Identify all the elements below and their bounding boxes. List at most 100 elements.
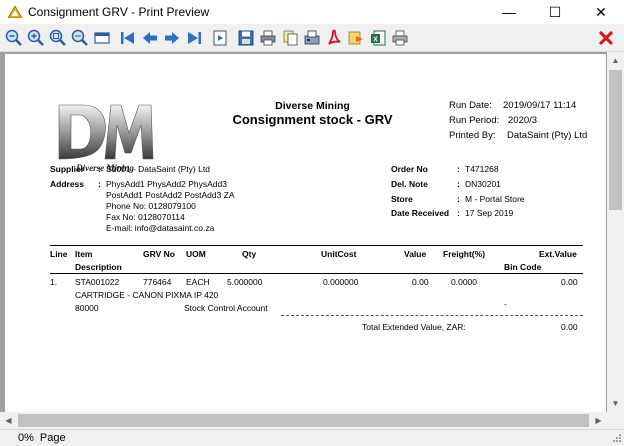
two-page-icon[interactable] [91,27,113,49]
total-value: 0.00 [561,322,578,332]
phone-line: Phone No: 0128079100 [106,201,196,211]
run-date-label: Run Date: [449,100,492,111]
row-item: STA001022 [75,277,120,287]
order-no: T471268 [465,164,499,174]
status-bar: 0% Page [0,429,624,446]
vertical-scroll-thumb[interactable] [609,70,622,210]
minimize-button[interactable]: — [486,0,532,24]
print-icon[interactable] [257,27,279,49]
col-unit-cost: UnitCost [321,249,357,259]
supplier-colon: : [98,164,101,174]
last-page-icon[interactable] [183,27,205,49]
store: M - Portal Store [465,194,525,204]
printer-setup-icon[interactable] [389,27,411,49]
address-colon: : [98,179,101,189]
row-ext-value: 0.00 [561,277,578,287]
row-grv-no: 776464 [143,277,172,287]
scroll-right-icon[interactable]: ▶ [590,412,607,429]
close-button[interactable]: ✕ [578,0,624,24]
total-rule [281,315,583,316]
col-grv-no: GRV No [143,249,175,259]
supplier-value: S1001 - DataSaint (Pty) Ltd [106,164,210,174]
row-freight: 0.0000 [451,277,477,287]
prev-page-icon[interactable] [139,27,161,49]
date-received: 17 Sep 2019 [465,208,514,218]
zoom-level: 0% [18,432,34,444]
col-bin-code: Bin Code [504,262,542,272]
scroll-left-icon[interactable]: ◀ [0,412,17,429]
col-line: Line [50,249,68,259]
run-date: 2019/09/17 11:14 [503,100,577,111]
row-uom: EACH [186,277,210,287]
del-note-label: Del. Note [391,179,428,189]
address-label: Address [50,179,85,189]
svg-text:X: X [373,36,378,43]
title-bar: Consignment GRV - Print Preview — ☐ ✕ [0,0,624,24]
preview-area: Diverse Mining Diverse Mining Consignmen… [0,52,624,429]
zoom-out-icon[interactable] [3,27,25,49]
zoom-page-icon[interactable] [47,27,69,49]
date-received-label: Date Received [391,208,450,218]
email-line: E-mail: info@datasaint.co.za [106,223,215,233]
copy-icon[interactable] [279,27,301,49]
report-title: Consignment stock - GRV [232,112,393,127]
window-title: Consignment GRV - Print Preview [28,5,210,19]
pdf-icon[interactable] [323,27,345,49]
red-x-icon[interactable] [596,28,616,48]
col-item: Item [75,249,93,259]
scroll-up-icon[interactable]: ▲ [607,52,624,69]
scroll-down-icon[interactable]: ▼ [607,395,624,412]
horizontal-scroll-thumb[interactable] [18,414,589,427]
report-page: Diverse Mining Diverse Mining Consignmen… [5,54,606,414]
row-bin-code: - [504,299,507,309]
order-no-label: Order No [391,164,428,174]
maximize-button[interactable]: ☐ [532,0,578,24]
next-page-icon[interactable] [161,27,183,49]
goto-page-icon[interactable] [209,27,231,49]
total-label: Total Extended Value, ZAR: [362,322,466,332]
col-value: Value [404,249,427,259]
resize-grip-icon[interactable] [610,433,622,445]
supplier-label: Supplier [50,164,85,174]
col-qty: Qty [242,249,257,259]
header-top-rule [50,245,583,246]
address-line-1: PhysAdd1 PhysAdd2 PhysAdd3 [106,179,227,189]
row-description: CARTRIDGE - CANON PIXMA IP 420 [75,290,219,300]
zoom-width-icon[interactable] [69,27,91,49]
run-period: 2020/3 [508,115,538,126]
del-note-colon: : [457,179,460,189]
col-uom: UOM [186,249,206,259]
first-page-icon[interactable] [117,27,139,49]
horizontal-scrollbar[interactable]: ◀ ▶ [0,412,607,429]
printed-by-label: Printed By: [449,130,496,141]
fax-line: Fax No: 0128070114 [106,212,185,222]
address-line-2: PostAdd1 PostAdd2 PostAdd3 ZA [106,190,235,200]
company-name: Diverse Mining [275,100,350,112]
col-ext-value: Ext.Value [539,249,577,259]
del-note: DN30201 [465,179,501,189]
col-freight: Freight(%) [443,249,486,259]
row-line: 1. [50,277,58,287]
toolbar: X [0,24,624,52]
app-icon [7,4,23,20]
vertical-scrollbar[interactable]: ▲ ▼ [607,52,624,412]
run-period-label: Run Period: [449,115,500,126]
fax-icon[interactable] [301,27,323,49]
printed-by: DataSaint (Pty) Ltd [507,130,588,141]
row-value: 0.00 [412,277,429,287]
save-icon[interactable] [235,27,257,49]
export-icon[interactable] [345,27,367,49]
order-no-colon: : [457,164,460,174]
zoom-in-icon[interactable] [25,27,47,49]
row-account-name: Stock Control Account [184,303,268,313]
store-colon: : [457,194,460,204]
col-description: Description [75,262,122,272]
excel-icon[interactable]: X [367,27,389,49]
store-label: Store [391,194,413,204]
header-bottom-rule [50,273,583,274]
date-received-colon: : [457,208,460,218]
row-account-code: 80000 [75,303,99,313]
scroll-corner [607,412,624,429]
row-unit-cost: 0.000000 [323,277,359,287]
row-qty: 5.000000 [227,277,263,287]
